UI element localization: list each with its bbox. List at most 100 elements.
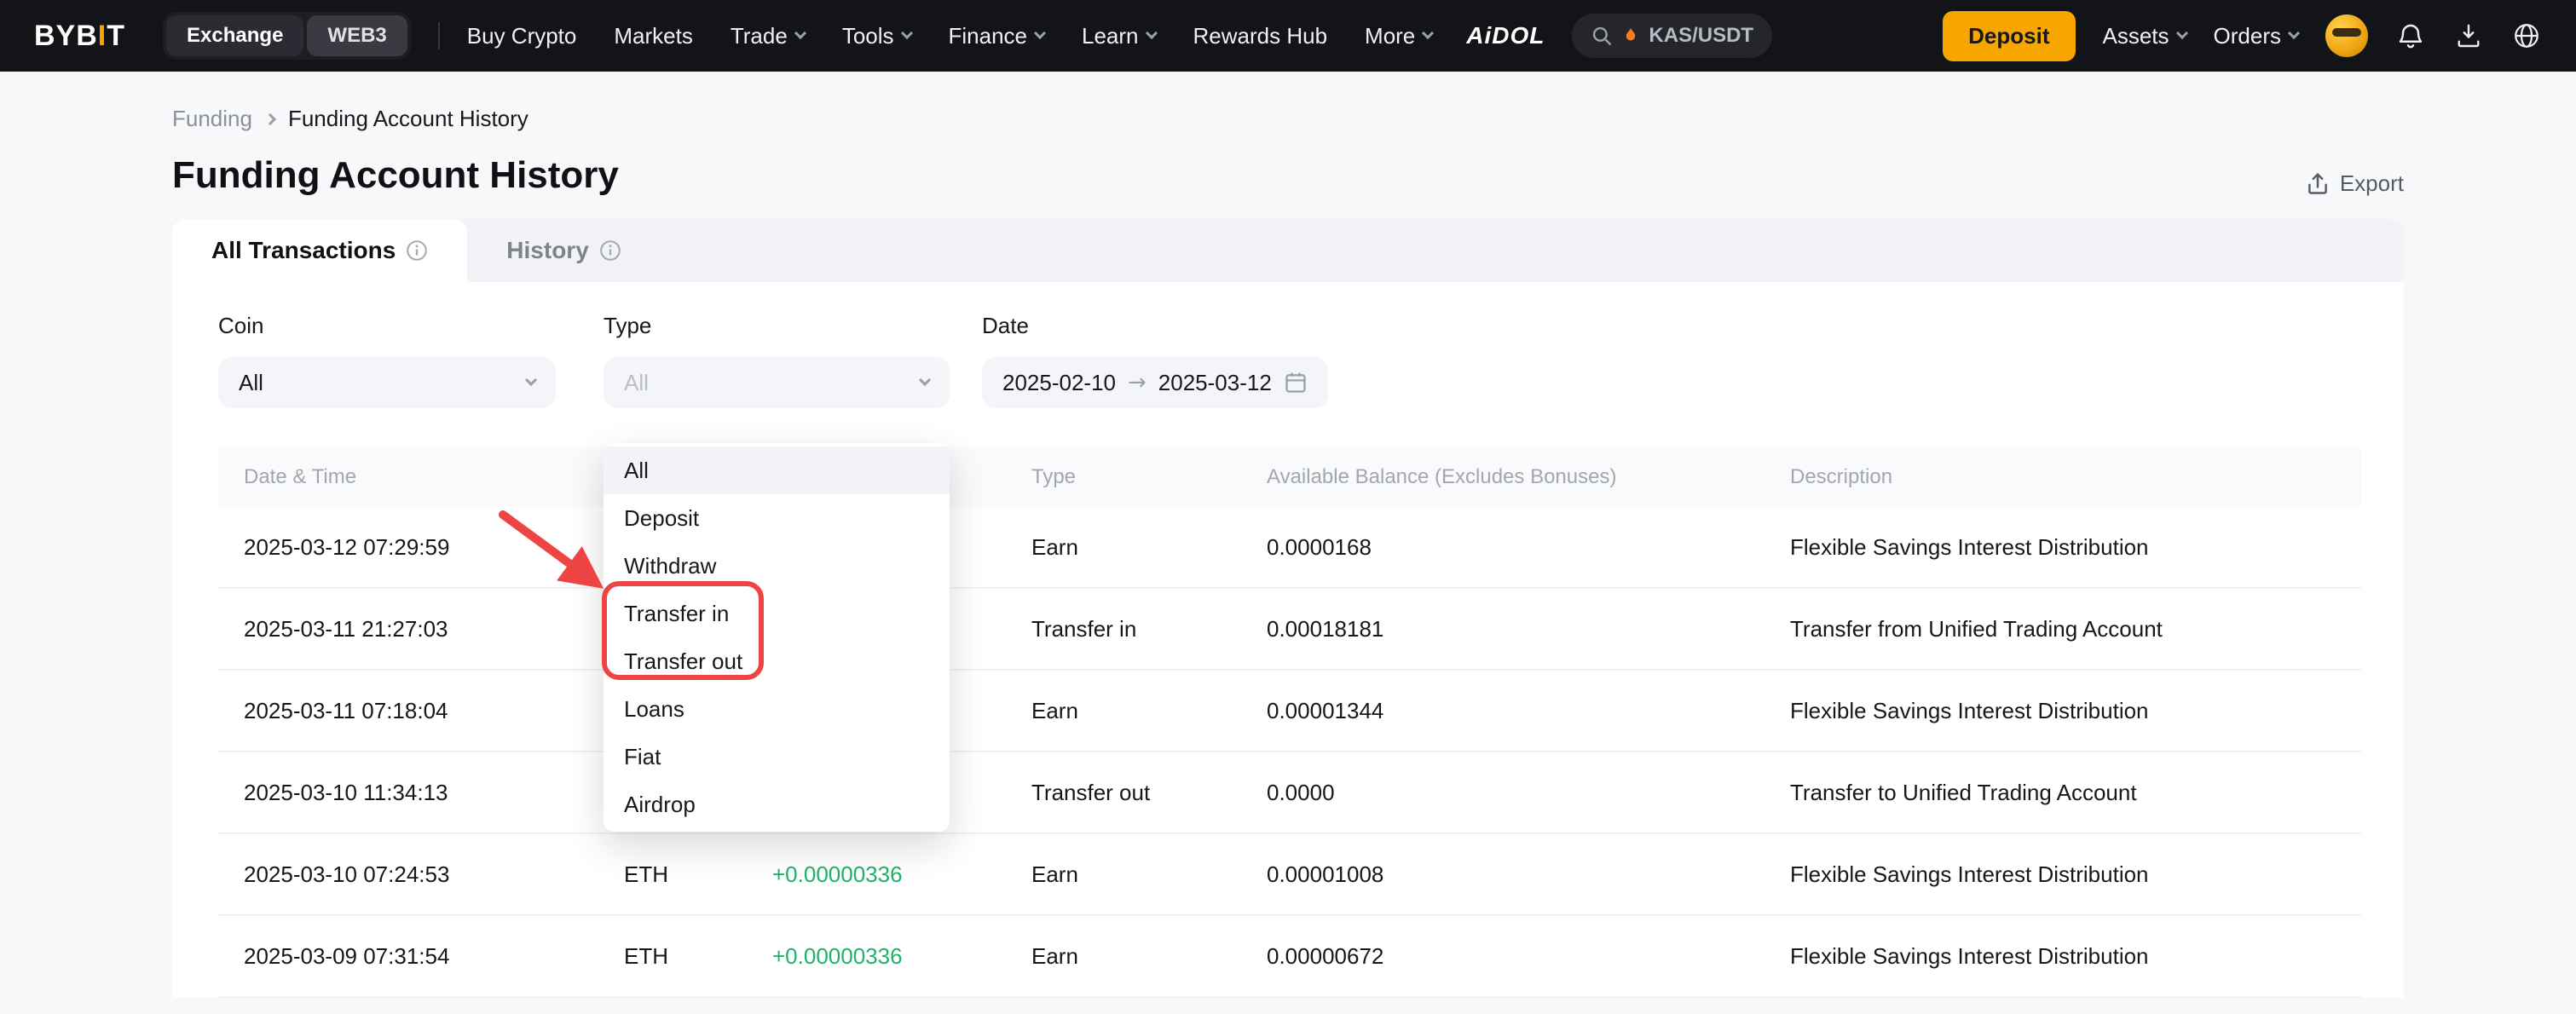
download-app-button[interactable]: [2453, 20, 2484, 51]
cell-datetime: 2025-03-09 07:31:54: [244, 943, 624, 970]
cell-amount: +0.00000336: [772, 943, 1031, 970]
language-button[interactable]: [2511, 20, 2542, 51]
cell-balance: 0.0000: [1267, 780, 1790, 806]
calendar-icon: [1284, 371, 1308, 395]
coin-select[interactable]: All: [218, 357, 556, 408]
cell-datetime: 2025-03-10 07:24:53: [244, 861, 624, 888]
nav-divider: [438, 22, 440, 49]
tab-all-transactions[interactable]: All Transactions: [172, 219, 467, 282]
type-option-airdrop[interactable]: Airdrop: [604, 781, 950, 828]
nav-item-label: Markets: [614, 23, 692, 49]
type-option-deposit[interactable]: Deposit: [604, 494, 950, 542]
coin-select-value: All: [239, 370, 263, 396]
column-header: Date & Time: [244, 465, 624, 489]
cell-coin: ETH: [624, 861, 772, 888]
orders-menu[interactable]: Orders: [2214, 23, 2298, 49]
table-row: 2025-03-09 07:31:54ETH+0.00000336Earn0.0…: [218, 916, 2361, 998]
chevron-down-icon: [1145, 27, 1157, 39]
type-filter-label: Type: [604, 313, 950, 340]
cell-description: Flexible Savings Interest Distribution: [1790, 861, 2361, 888]
globe-icon: [2511, 20, 2542, 51]
type-option-all[interactable]: All: [604, 447, 950, 494]
cell-type: Earn: [1031, 943, 1267, 970]
type-select[interactable]: All: [604, 357, 950, 408]
flame-icon: [1621, 26, 1640, 45]
nav-item-buy-crypto[interactable]: Buy Crypto: [467, 23, 577, 49]
assets-label: Assets: [2103, 23, 2169, 49]
type-option-withdraw[interactable]: Withdraw: [604, 542, 950, 590]
nav-item-label: Trade: [731, 23, 788, 49]
type-option-fiat[interactable]: Fiat: [604, 733, 950, 781]
export-icon: [2306, 172, 2330, 196]
notifications-button[interactable]: [2395, 20, 2426, 51]
date-range-picker[interactable]: 2025-02-10 → 2025-03-12: [982, 357, 1328, 408]
search-icon: [1591, 25, 1613, 47]
table-row: 2025-03-10 07:24:53ETH+0.00000336Earn0.0…: [218, 834, 2361, 916]
table-header-row: Date & TimeTypeAvailable Balance (Exclud…: [218, 447, 2361, 507]
nav-item-trade[interactable]: Trade: [731, 23, 805, 49]
table-row: 2025-03-10 11:34:13Transfer out0.0000Tra…: [218, 752, 2361, 834]
cell-balance: 0.0000168: [1267, 534, 1790, 561]
nav-item-learn[interactable]: Learn: [1082, 23, 1156, 49]
avatar[interactable]: [2325, 14, 2368, 57]
tab-history[interactable]: History: [467, 219, 660, 282]
cell-type: Transfer in: [1031, 616, 1267, 642]
cell-balance: 0.00018181: [1267, 616, 1790, 642]
nav-item-label: Rewards Hub: [1193, 23, 1328, 49]
chevron-down-icon: [794, 27, 806, 39]
cell-description: Flexible Savings Interest Distribution: [1790, 698, 2361, 724]
cell-description: Transfer from Unified Trading Account: [1790, 616, 2361, 642]
cell-balance: 0.00000672: [1267, 943, 1790, 970]
tab-label: History: [506, 237, 588, 264]
chevron-down-icon: [1034, 27, 1046, 39]
date-from: 2025-02-10: [1002, 370, 1116, 396]
nav-item-more[interactable]: More: [1365, 23, 1432, 49]
nav-item-markets[interactable]: Markets: [614, 23, 692, 49]
tabs: All Transactions History: [172, 219, 2404, 282]
product-switcher: Exchange WEB3: [163, 12, 411, 60]
cell-type: Earn: [1031, 861, 1267, 888]
type-option-loans[interactable]: Loans: [604, 685, 950, 733]
nav-item-rewards-hub[interactable]: Rewards Hub: [1193, 23, 1328, 49]
page: BYBIT Exchange WEB3 Buy Crypto Markets Tra…: [0, 0, 2576, 1014]
chevron-down-icon: [525, 374, 537, 386]
type-option-transfer-out[interactable]: Transfer out: [604, 637, 950, 685]
info-icon: [599, 239, 621, 262]
nav-item-label: Tools: [842, 23, 894, 49]
cell-type: Earn: [1031, 698, 1267, 724]
assets-menu[interactable]: Assets: [2103, 23, 2186, 49]
date-to: 2025-03-12: [1158, 370, 1272, 396]
export-button[interactable]: Export: [2306, 170, 2404, 197]
aidol-logo[interactable]: AiDOL: [1466, 22, 1545, 49]
date-filter-label: Date: [982, 313, 1328, 340]
chevron-down-icon: [2175, 27, 2187, 39]
cell-description: Transfer to Unified Trading Account: [1790, 780, 2361, 806]
cell-description: Flexible Savings Interest Distribution: [1790, 534, 2361, 561]
nav-item-finance[interactable]: Finance: [949, 23, 1045, 49]
breadcrumb-current: Funding Account History: [288, 106, 528, 132]
breadcrumb-funding[interactable]: Funding: [172, 106, 252, 132]
nav-item-label: Finance: [949, 23, 1028, 49]
nav-item-label: Learn: [1082, 23, 1139, 49]
exchange-tab[interactable]: Exchange: [166, 15, 303, 56]
cell-balance: 0.00001344: [1267, 698, 1790, 724]
download-icon: [2453, 20, 2484, 51]
logo-text: T: [107, 20, 125, 52]
chevron-down-icon: [900, 27, 912, 39]
type-option-transfer-in[interactable]: Transfer in: [604, 590, 950, 637]
search-box[interactable]: KAS/USDT: [1572, 14, 1772, 58]
chevron-down-icon: [1422, 27, 1434, 39]
bybit-logo[interactable]: BYBIT: [34, 20, 125, 53]
bell-icon: [2395, 20, 2426, 51]
web3-tab[interactable]: WEB3: [307, 15, 407, 56]
history-card: All Transactions History Coin All: [172, 219, 2404, 998]
table-row: 2025-03-11 21:27:03Transfer in0.00018181…: [218, 589, 2361, 671]
deposit-button[interactable]: Deposit: [1943, 11, 2075, 61]
cell-datetime: 2025-03-12 07:29:59: [244, 534, 624, 561]
cell-type: Earn: [1031, 534, 1267, 561]
table-row: 2025-03-12 07:29:59 Earn0.0000168Flexible…: [218, 507, 2361, 589]
nav-item-label: Buy Crypto: [467, 23, 577, 49]
column-header: Available Balance (Excludes Bonuses): [1267, 465, 1790, 489]
table-row: 2025-03-11 07:18:04Earn0.00001344Flexibl…: [218, 671, 2361, 752]
nav-item-tools[interactable]: Tools: [842, 23, 911, 49]
